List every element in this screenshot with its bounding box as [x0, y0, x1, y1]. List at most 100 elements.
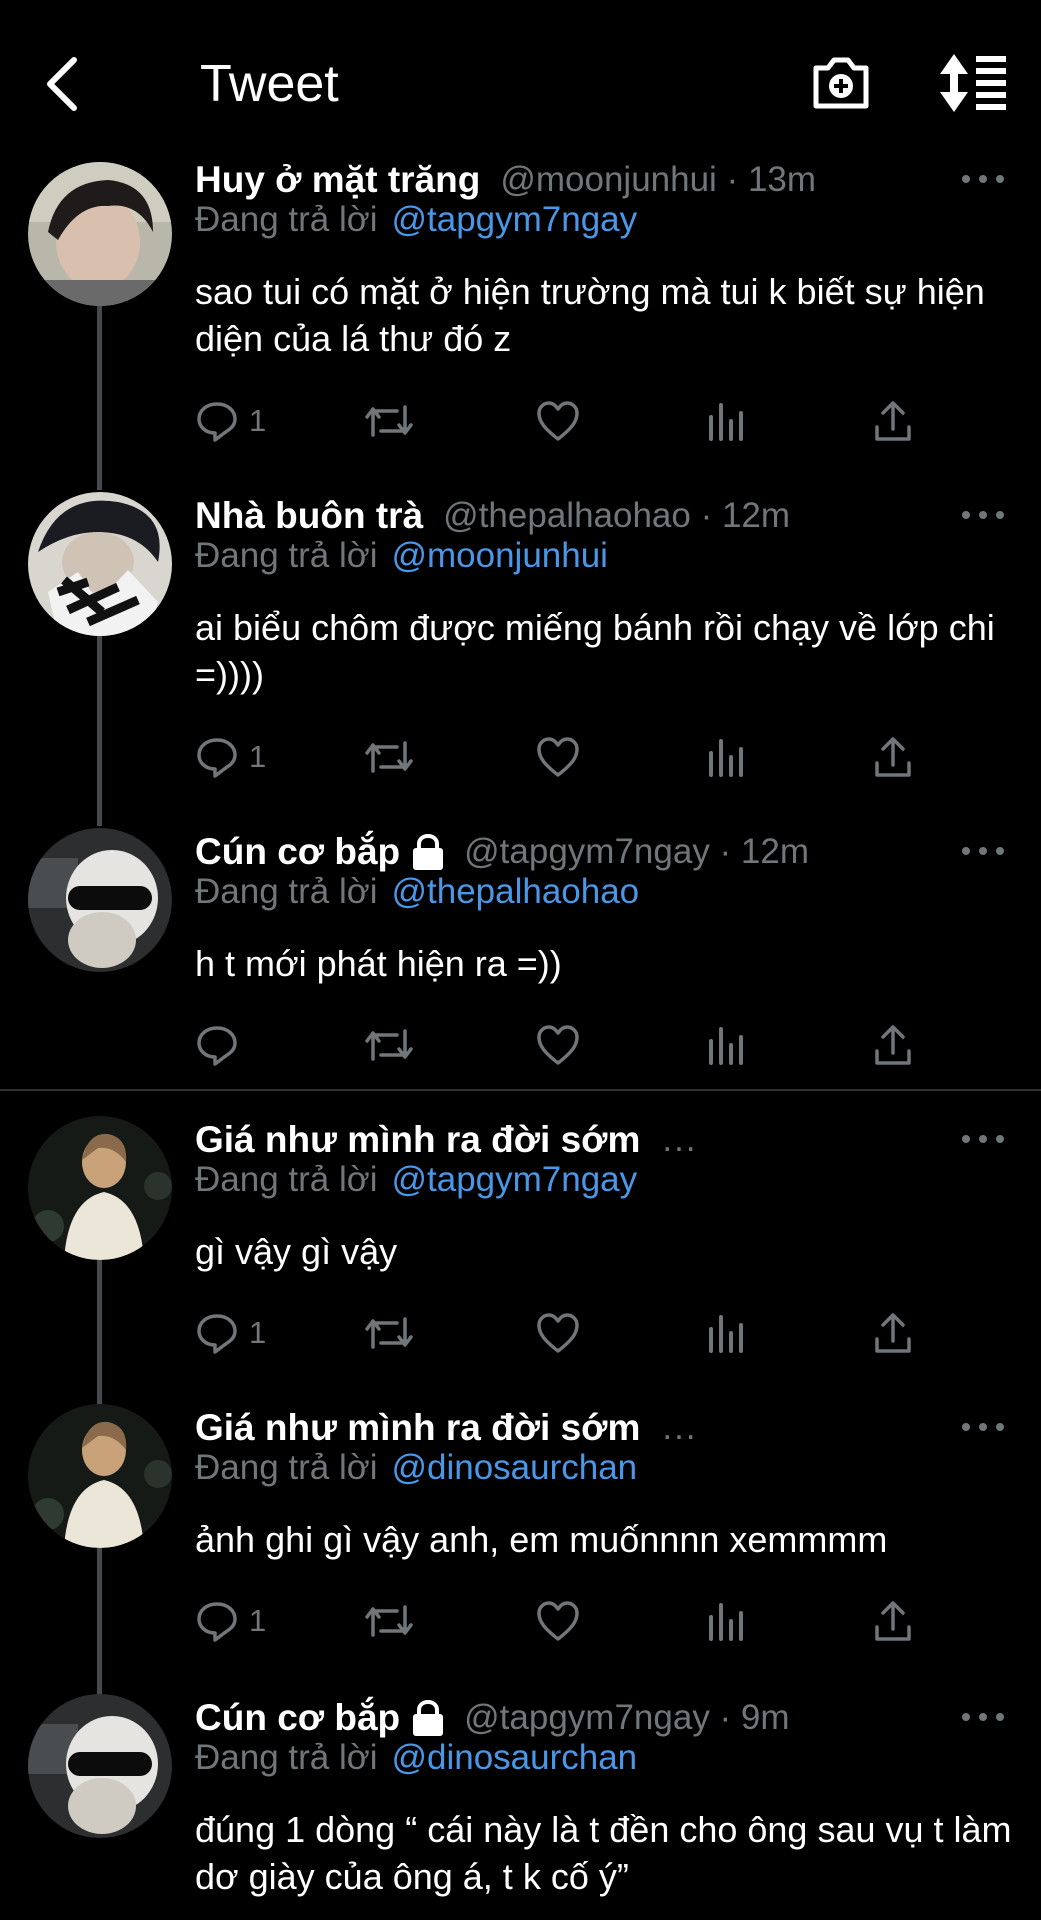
avatar[interactable] — [28, 828, 172, 972]
avatar[interactable] — [28, 1694, 172, 1838]
action-bar: 1 — [195, 730, 915, 784]
reply-prefix: Đang trả lời — [195, 1738, 378, 1777]
retweet-button[interactable] — [363, 730, 415, 784]
like-button[interactable] — [535, 1018, 581, 1072]
avatar[interactable] — [28, 1116, 172, 1260]
views-button[interactable] — [705, 394, 745, 448]
more-options-button[interactable] — [962, 1700, 1004, 1734]
retweet-icon — [365, 405, 413, 437]
tweet-text: gì vậy gì vậy — [195, 1231, 398, 1272]
reply-prefix: Đang trả lời — [195, 200, 378, 239]
action-bar: 1 — [195, 1306, 915, 1360]
share-button[interactable] — [871, 1594, 915, 1648]
display-name[interactable]: Giá như mình ra đời sớm — [195, 1407, 640, 1449]
action-bar: 1 — [195, 1594, 915, 1648]
reply-icon — [197, 1602, 237, 1642]
like-button[interactable] — [535, 394, 581, 448]
share-icon — [875, 1025, 911, 1065]
views-button[interactable] — [705, 1306, 745, 1360]
top-bar: Tweet — [0, 0, 1041, 160]
reply-mention-link[interactable]: @thepalhaohao — [391, 872, 639, 911]
handle-and-time: @moonjunhui · 13m — [500, 160, 817, 199]
replying-to: Đang trả lời @tapgym7ngay — [195, 1160, 637, 1200]
replying-to: Đang trả lời @dinosaurchan — [195, 1738, 637, 1778]
thread-line — [97, 1260, 102, 1408]
share-icon — [875, 1313, 911, 1353]
back-button[interactable] — [38, 52, 86, 116]
reply-mention-link[interactable]: @dinosaurchan — [391, 1448, 637, 1487]
reply-mention-link[interactable]: @tapgym7ngay — [391, 200, 637, 239]
chevron-left-icon — [47, 57, 77, 111]
display-name[interactable]: Nhà buôn trà — [195, 495, 423, 537]
page-title: Tweet — [200, 55, 339, 113]
thread-line — [97, 636, 102, 826]
display-name[interactable]: Giá như mình ra đời sớm — [195, 1119, 640, 1161]
share-button[interactable] — [871, 1306, 915, 1360]
avatar-photo — [28, 1404, 172, 1548]
reply-prefix: Đang trả lời — [195, 536, 378, 575]
share-icon — [875, 737, 911, 777]
display-name[interactable]: Cún cơ bắp — [195, 831, 400, 873]
reply-count: 1 — [249, 1315, 267, 1350]
more-options-button[interactable] — [962, 498, 1004, 532]
reply-mention-link[interactable]: @moonjunhui — [391, 536, 608, 575]
more-options-button[interactable] — [962, 1122, 1004, 1156]
reply-icon — [197, 1026, 237, 1066]
action-bar: 1 — [195, 394, 915, 448]
reply-mention-link[interactable]: @dinosaurchan — [391, 1738, 637, 1777]
more-options-button[interactable] — [962, 162, 1004, 196]
tweet-text: h t mới phát hiện ra =)) — [195, 943, 562, 984]
display-name[interactable]: Cún cơ bắp — [195, 1697, 400, 1739]
replying-to: Đang trả lời @moonjunhui — [195, 536, 608, 576]
reply-icon — [197, 402, 237, 442]
like-button[interactable] — [535, 1306, 581, 1360]
reply-button[interactable] — [195, 1018, 249, 1072]
bar-chart-icon — [709, 1603, 743, 1641]
action-bar — [195, 1018, 915, 1072]
avatar[interactable] — [28, 1404, 172, 1548]
retweet-button[interactable] — [363, 1018, 415, 1072]
retweet-button[interactable] — [363, 1594, 415, 1648]
avatar[interactable] — [28, 492, 172, 636]
share-button[interactable] — [871, 394, 915, 448]
retweet-icon — [365, 741, 413, 773]
replying-to: Đang trả lời @thepalhaohao — [195, 872, 639, 912]
lock-icon — [413, 1699, 444, 1736]
camera-plus-icon — [813, 57, 869, 109]
display-name[interactable]: Huy ở mặt trăng — [195, 159, 480, 201]
avatar-photo — [28, 828, 172, 972]
retweet-icon — [365, 1605, 413, 1637]
heart-icon — [537, 1025, 579, 1065]
avatar[interactable] — [28, 162, 172, 306]
sort-button[interactable] — [936, 50, 1008, 116]
reply-prefix: Đang trả lời — [195, 872, 378, 911]
views-button[interactable] — [705, 730, 745, 784]
like-button[interactable] — [535, 1594, 581, 1648]
sort-icon — [940, 54, 1006, 112]
avatar-photo — [28, 162, 172, 306]
share-icon — [875, 1601, 911, 1641]
like-button[interactable] — [535, 730, 581, 784]
share-button[interactable] — [871, 1018, 915, 1072]
bar-chart-icon — [709, 1315, 743, 1353]
more-options-button[interactable] — [962, 1410, 1004, 1444]
more-options-button[interactable] — [962, 834, 1004, 868]
reply-count: 1 — [249, 403, 267, 438]
lock-icon — [413, 833, 444, 870]
retweet-button[interactable] — [363, 394, 415, 448]
reply-mention-link[interactable]: @tapgym7ngay — [391, 1160, 637, 1199]
retweet-button[interactable] — [363, 1306, 415, 1360]
handle-and-time: @tapgym7ngay · 9m — [464, 1698, 790, 1737]
reply-button[interactable]: 1 — [195, 730, 266, 784]
reply-prefix: Đang trả lời — [195, 1160, 378, 1199]
reply-button[interactable]: 1 — [195, 1306, 266, 1360]
avatar-photo — [28, 1694, 172, 1838]
bar-chart-icon — [709, 403, 743, 441]
reply-button[interactable]: 1 — [195, 394, 266, 448]
tweet-text: ai biểu chôm được miếng bánh rồi chạy về… — [195, 607, 995, 695]
views-button[interactable] — [705, 1594, 745, 1648]
share-button[interactable] — [871, 730, 915, 784]
camera-button[interactable] — [808, 50, 874, 116]
views-button[interactable] — [705, 1018, 745, 1072]
reply-button[interactable]: 1 — [195, 1594, 266, 1648]
